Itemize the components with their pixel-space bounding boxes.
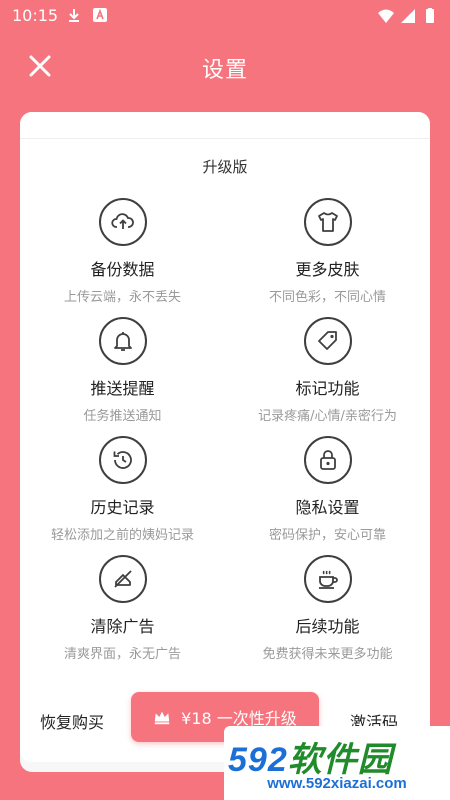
a-box-icon <box>93 8 107 22</box>
restore-purchase-button[interactable]: 恢复购买 <box>40 709 104 733</box>
coffee-icon <box>303 555 352 603</box>
feature-no-ads[interactable]: 清除广告 清爽界面，永无广告 <box>20 555 225 662</box>
feature-title: 隐私设置 <box>295 498 360 517</box>
bell-icon <box>98 317 147 365</box>
feature-subtitle: 密码保护，安心可靠 <box>268 528 386 543</box>
no-ads-icon <box>98 555 147 603</box>
feature-title: 历史记录 <box>90 498 155 517</box>
feature-future[interactable]: 后续功能 免费获得未来更多功能 <box>225 555 430 662</box>
feature-subtitle: 上传云端，永不丢失 <box>63 290 181 305</box>
feature-title: 备份数据 <box>90 260 155 279</box>
feature-subtitle: 任务推送通知 <box>83 409 162 424</box>
crown-icon <box>154 711 170 725</box>
watermark: 592软件园 www.592xiazai.com <box>224 726 450 800</box>
download-icon <box>69 9 79 22</box>
status-time: 10:15 <box>12 6 59 25</box>
tag-icon <box>303 317 352 365</box>
feature-title: 推送提醒 <box>90 379 155 398</box>
feature-subtitle: 轻松添加之前的姨妈记录 <box>50 528 194 543</box>
lock-icon <box>303 436 352 484</box>
feature-skins[interactable]: 更多皮肤 不同色彩，不同心情 <box>225 198 430 305</box>
history-icon <box>98 436 147 484</box>
signal-icon <box>401 9 415 23</box>
feature-mark[interactable]: 标记功能 记录疼痛/心情/亲密行为 <box>225 317 430 424</box>
feature-subtitle: 不同色彩，不同心情 <box>268 290 386 305</box>
status-left-icons <box>66 7 108 23</box>
feature-title: 后续功能 <box>295 617 360 636</box>
battery-icon <box>426 8 434 23</box>
header: 设置 <box>0 32 450 102</box>
card-divider <box>20 138 430 139</box>
feature-title: 更多皮肤 <box>295 260 360 279</box>
feature-subtitle: 清爽界面，永无广告 <box>63 647 181 662</box>
wifi-icon <box>378 9 394 23</box>
status-right-icons <box>378 8 438 24</box>
feature-push[interactable]: 推送提醒 任务推送通知 <box>20 317 225 424</box>
feature-subtitle: 免费获得未来更多功能 <box>262 647 393 662</box>
feature-title: 标记功能 <box>295 379 360 398</box>
status-bar: 10:15 <box>0 0 450 32</box>
section-title: 升级版 <box>202 158 248 176</box>
page-title: 设置 <box>201 58 248 83</box>
tshirt-icon <box>303 198 352 246</box>
watermark-brand: 592软件园 <box>228 741 393 779</box>
feature-history[interactable]: 历史记录 轻松添加之前的姨妈记录 <box>20 436 225 543</box>
upgrade-card: 升级版 备份数据 上传云端，永不丢失 更多皮肤 不同色彩，不同心情 推送提醒 任… <box>20 112 430 762</box>
feature-title: 清除广告 <box>90 617 155 636</box>
feature-privacy[interactable]: 隐私设置 密码保护，安心可靠 <box>225 436 430 543</box>
cloud-upload-icon <box>98 198 147 246</box>
watermark-url: www.592xiazai.com <box>267 775 407 792</box>
feature-backup[interactable]: 备份数据 上传云端，永不丢失 <box>20 198 225 305</box>
feature-subtitle: 记录疼痛/心情/亲密行为 <box>258 409 397 424</box>
